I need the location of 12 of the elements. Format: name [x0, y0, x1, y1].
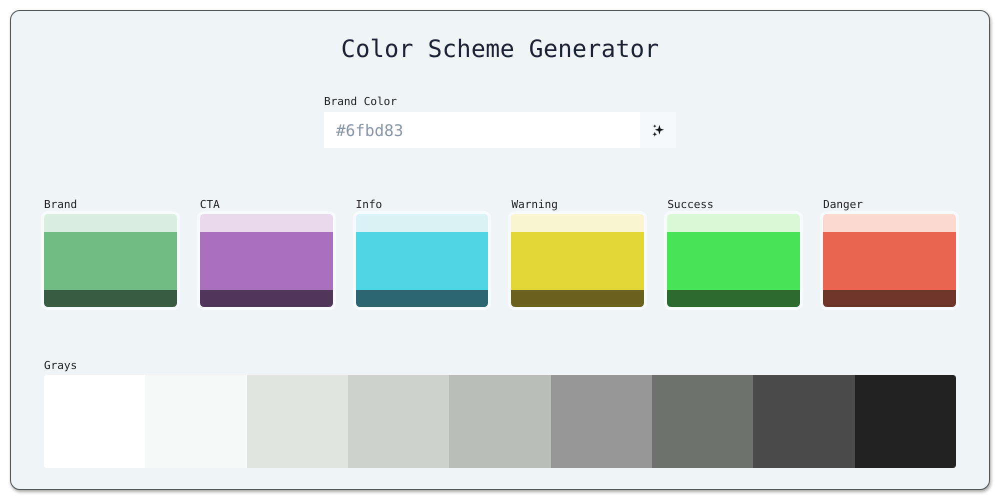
swatch-label: Info [356, 198, 382, 211]
grays-label: Grays [44, 359, 78, 372]
sparkle-icon [652, 124, 664, 136]
generate-button[interactable] [640, 112, 676, 148]
page-title: Color Scheme Generator [341, 34, 659, 65]
swatch-label: CTA [200, 198, 220, 211]
brand-color-field[interactable]: #6fbd83 [324, 112, 640, 148]
swatch-label: Success [667, 198, 714, 211]
swatch-label: Warning [511, 198, 558, 211]
field-label: Brand Color [324, 95, 397, 108]
swatch-label: Danger [823, 198, 863, 211]
swatch-label: Brand [44, 198, 78, 211]
